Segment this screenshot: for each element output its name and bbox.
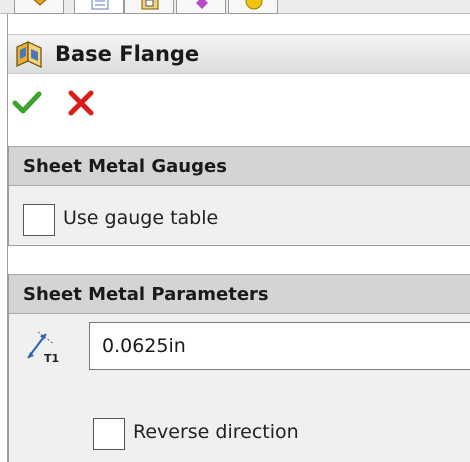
- tab-configuration-manager[interactable]: [124, 0, 174, 14]
- cancel-button[interactable]: [66, 90, 96, 116]
- dimxpert-icon: [196, 0, 208, 9]
- sheet-metal-gauges-header[interactable]: Sheet Metal Gauges: [9, 146, 470, 186]
- tab-property-manager[interactable]: [74, 0, 124, 14]
- reverse-direction-label: Reverse direction: [133, 421, 299, 443]
- tab-feature-manager[interactable]: [14, 0, 64, 14]
- sheet-metal-parameters-group: Sheet Metal Parameters T1 Reverse direct…: [8, 274, 470, 462]
- configuration-manager-icon: [141, 0, 159, 10]
- svg-text:T1: T1: [44, 352, 59, 364]
- manager-tab-strip: [0, 0, 470, 14]
- page-title: Base Flange: [55, 42, 200, 66]
- thickness-input[interactable]: [89, 322, 470, 370]
- sheet-metal-gauges-title: Sheet Metal Gauges: [23, 156, 227, 177]
- feature-manager-icon: [33, 0, 47, 6]
- sheet-metal-parameters-header[interactable]: Sheet Metal Parameters: [9, 274, 470, 314]
- ok-button[interactable]: [12, 90, 42, 116]
- tab-dimxpert[interactable]: [176, 0, 226, 14]
- green-check-icon: [12, 91, 42, 114]
- thickness-t1-icon: T1: [27, 331, 59, 364]
- red-x-icon: [68, 90, 94, 116]
- sheet-metal-gauges-group: Sheet Metal Gauges Use gauge table: [8, 146, 470, 246]
- use-gauge-table-checkbox[interactable]: [23, 204, 55, 236]
- use-gauge-table-label: Use gauge table: [63, 207, 219, 229]
- base-flange-icon: [16, 41, 42, 68]
- display-manager-icon: [245, 0, 263, 10]
- sheet-metal-parameters-title: Sheet Metal Parameters: [23, 284, 269, 305]
- reverse-direction-checkbox[interactable]: [93, 418, 125, 450]
- property-manager-title-bar: Base Flange: [8, 34, 470, 74]
- tab-display-manager[interactable]: [228, 0, 278, 14]
- property-manager-icon: [91, 0, 109, 10]
